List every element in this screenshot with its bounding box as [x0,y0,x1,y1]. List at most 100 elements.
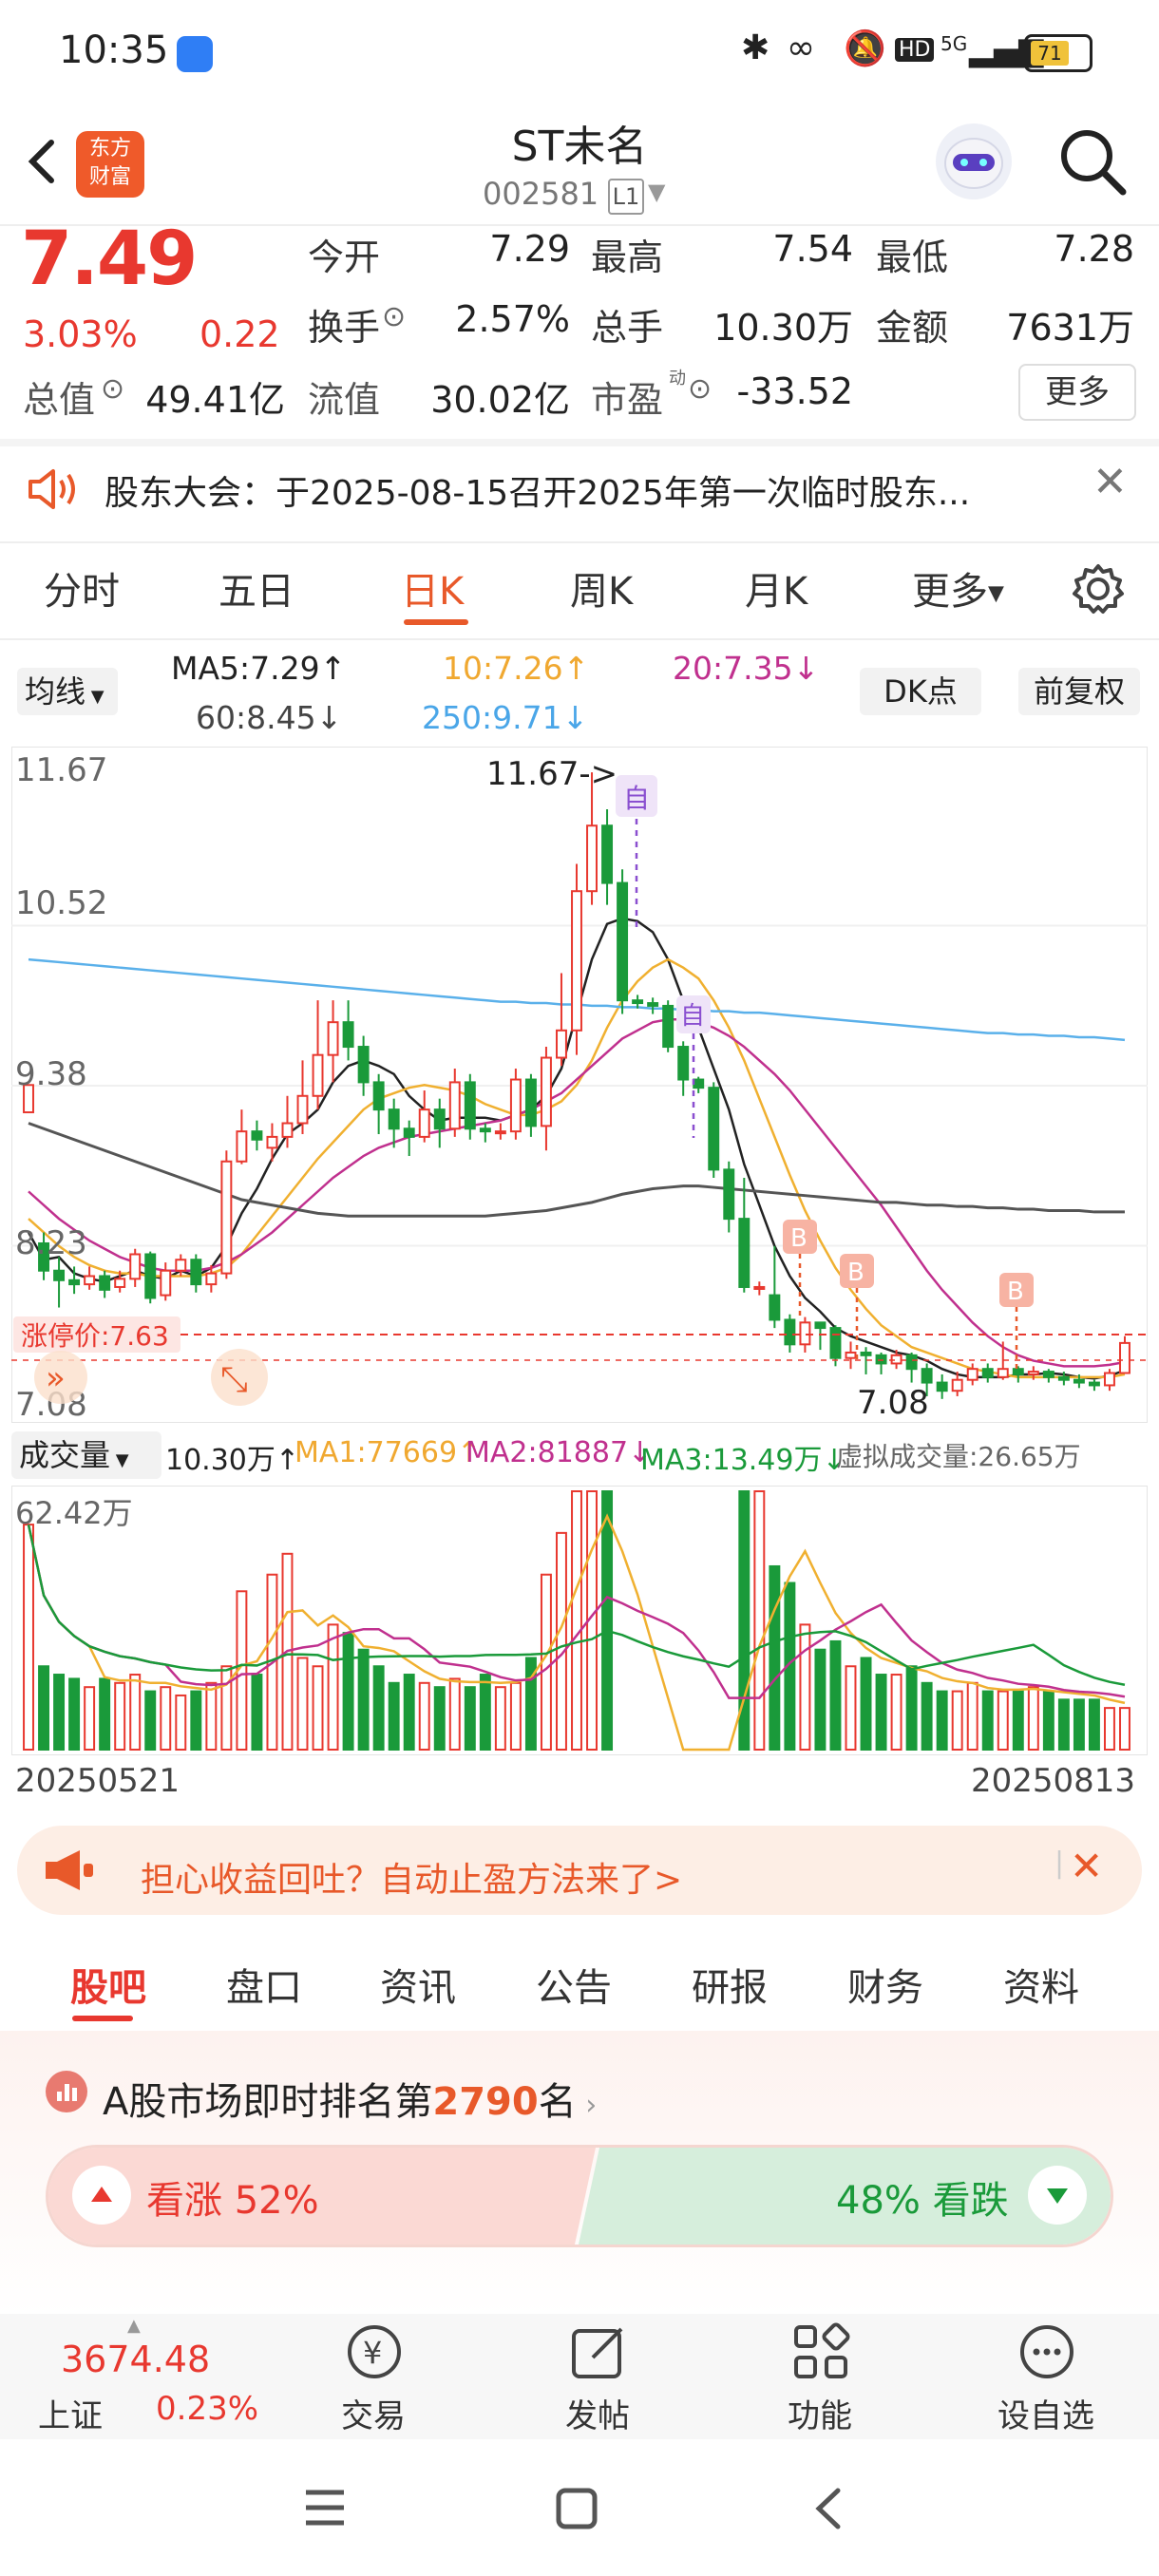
arrow-down-icon: ↓ [315,699,343,736]
vote-up-button[interactable] [72,2166,131,2225]
expand-up-icon[interactable]: ▲ [127,2316,141,2336]
close-icon[interactable]: ✕ [1070,1843,1103,1889]
ma10-text: 10:7.26 [443,650,563,687]
dk-point-button[interactable]: DK点 [860,668,981,715]
mktcap-value: 49.41亿 [145,379,285,421]
vol-ma3: MA3:13.49万↓ [640,1436,846,1478]
app-notification-icon [177,36,213,72]
max-price-label: 11.67-> [486,755,618,793]
search-button[interactable] [1054,123,1130,199]
buy-mark-label: B [1007,1278,1024,1306]
tab-profile[interactable]: 资料 [1003,1957,1079,2012]
back-nav-icon[interactable] [809,2485,847,2536]
rank-chart-icon [46,2071,87,2112]
post-label[interactable]: 发帖 [526,2390,669,2436]
vol-ma1: MA1:77669↑ [294,1436,481,1469]
tab-research[interactable]: 研报 [692,1957,768,2012]
high-value: 7.54 [772,228,853,270]
vote-down-button[interactable] [1028,2166,1087,2225]
volume-bar [296,1657,309,1751]
stock-code[interactable]: 002581 [483,176,598,212]
svg-text:¥: ¥ [363,2335,382,2371]
volume-bar [845,1665,857,1752]
open-label: 今开 [308,237,381,278]
trade-icon[interactable]: ¥ [344,2321,405,2386]
menu-icon[interactable] [302,2487,348,2532]
index-value[interactable]: 3674.48 [61,2339,210,2380]
settings-gear-icon[interactable] [1072,562,1125,619]
volume-bar [860,1657,872,1751]
info-icon[interactable]: ⊙ [101,372,124,406]
tab-more[interactable]: 更多▼ [912,560,1004,616]
chevron-down-icon[interactable]: ▼ [648,179,665,205]
tab-handicap[interactable]: 盘口 [226,1957,302,2012]
volume-bar [464,1686,476,1751]
info-icon[interactable]: ⊙ [688,372,712,406]
volume-current: 10.30万↑ [165,1436,299,1478]
chevron-down-icon: ▼ [86,687,104,707]
date-start-label: 20250521 [15,1762,180,1800]
more-button[interactable]: 更多 [1018,364,1136,421]
volume-bar [190,1690,202,1751]
tab-weekly-k[interactable]: 周K [570,560,633,616]
volume-bar [1012,1690,1024,1751]
vote-up-label[interactable]: 看涨 52% [146,2169,319,2225]
tab-more-label: 更多 [912,570,988,614]
tab-five-day[interactable]: 五日 [218,560,294,616]
volume-bar [23,1524,34,1752]
add-watchlist-label[interactable]: 设自选 [975,2390,1117,2436]
vol-ma3-text: MA3:13.49万 [640,1444,823,1477]
level-badge[interactable]: L1 [608,179,644,215]
volume-bar [494,1686,506,1751]
buy-mark-label: B [790,1224,808,1253]
trade-label[interactable]: 交易 [302,2390,445,2436]
high-label: 最高 [591,237,664,278]
tab-financials[interactable]: 财务 [847,1957,923,2012]
search-icon [1061,130,1127,196]
index-change[interactable]: 0.23% [156,2390,258,2428]
grid-apps-icon[interactable] [790,2321,851,2386]
vol-ma2-text: MA2:81887 [466,1436,629,1469]
rank-suffix: 名 [538,2080,577,2124]
volume-label: 总手 [591,307,664,349]
notice-text[interactable]: 股东大会：于2025-08-15召开2025年第一次临时股东... [104,465,970,515]
info-icon[interactable]: ⊙ [382,300,406,333]
ma-selector[interactable]: 均线 ▼ [17,668,118,715]
home-icon[interactable] [555,2487,598,2534]
index-name[interactable]: 上证 [38,2390,103,2436]
volume-bar [372,1665,385,1752]
post-edit-icon[interactable] [568,2321,629,2386]
vote-down-label[interactable]: 48% 看跌 [836,2169,1009,2225]
more-dots-icon[interactable] [1016,2321,1077,2386]
function-label[interactable]: 功能 [749,2390,891,2436]
volume-bar [1027,1686,1039,1751]
tab-news[interactable]: 资讯 [380,1957,456,2012]
arrow-down-icon: ↓ [561,699,589,736]
ma5-value: MA5:7.29↑ [171,650,346,687]
tab-monthly-k[interactable]: 月K [745,560,808,616]
adjustment-button[interactable]: 前复权 [1018,668,1140,715]
volume-chart[interactable]: 62.42万 [11,1486,1148,1755]
tab-intraday[interactable]: 分时 [44,560,120,616]
ma5-text: MA5:7.29 [171,650,320,687]
volume-bar [38,1665,50,1752]
volume-bar [966,1681,978,1752]
robot-avatar[interactable] [936,123,1012,199]
rank-text[interactable]: A股市场即时排名第2790名 › [103,2071,597,2126]
volume-bar [1119,1707,1130,1751]
volume-bar [53,1674,66,1751]
close-icon[interactable]: ✕ [1092,458,1128,506]
tab-daily-k[interactable]: 日K [401,560,464,616]
indicator-selector[interactable]: 成交量 ▼ [11,1431,162,1479]
tab-forum[interactable]: 股吧 [70,1957,146,2012]
expand-icon[interactable]: ⤡ [220,1360,248,1399]
pe-value: -33.52 [736,370,854,412]
double-chevron-icon[interactable]: » [46,1359,66,1397]
y-tick-3: 9.38 [15,1055,87,1093]
tab-announcements[interactable]: 公告 [536,1957,612,2012]
ma250-text: 250:9.71 [422,699,562,736]
kline-chart[interactable]: 11.67 10.52 9.38 8.23 7.08 11.67-> 7.08 … [11,747,1148,1423]
virtual-volume: 虚拟成交量:26.65万 [836,1441,1081,1472]
turnover-label: 换手 [308,307,381,349]
promo-text[interactable]: 担心收益回吐？自动止盈方法来了> [141,1852,682,1902]
